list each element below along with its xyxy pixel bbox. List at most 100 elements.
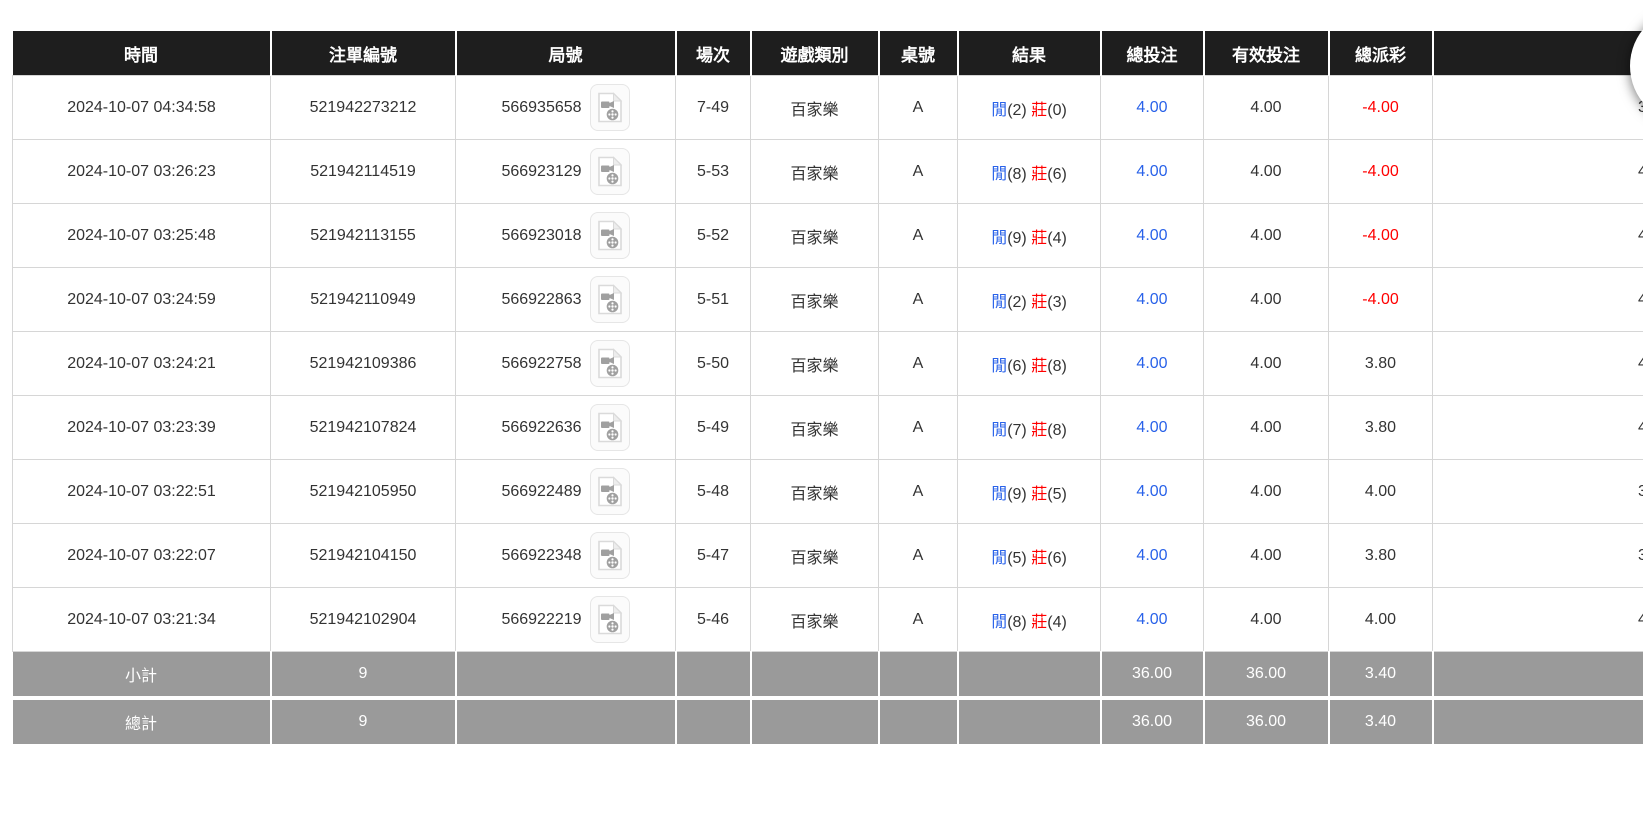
video-replay-button[interactable] bbox=[590, 276, 630, 323]
cell-extra-clipped: 4 bbox=[1433, 204, 1643, 268]
result-banker-label: 莊 bbox=[1031, 358, 1047, 375]
cell-valid-bet: 4.00 bbox=[1204, 588, 1329, 652]
result-player-score: (9) bbox=[1007, 230, 1027, 247]
cell-bet-id: 521942113155 bbox=[271, 204, 456, 268]
cell-table-no: A bbox=[879, 76, 958, 140]
video-replay-button[interactable] bbox=[590, 84, 630, 131]
table-row: 2024-10-07 03:24:59521942110949566922863… bbox=[13, 268, 1643, 332]
subtotal-row-valid-bet: 36.00 bbox=[1204, 652, 1329, 699]
column-header-table_no: 桌號 bbox=[879, 31, 958, 76]
cell-game-type: 百家樂 bbox=[751, 140, 879, 204]
cell-total-bet: 4.00 bbox=[1101, 396, 1204, 460]
column-header-total_bet: 總投注 bbox=[1101, 31, 1204, 76]
cell-result: 閒(5) 莊(6) bbox=[958, 524, 1101, 588]
video-file-icon bbox=[597, 476, 623, 507]
bet-history-table: 時間注單編號局號場次遊戲類別桌號結果總投注有效投注總派彩 2024-10-07 … bbox=[12, 31, 1643, 744]
cell-round-no: 566922863 bbox=[456, 268, 676, 332]
cell-total-bet: 4.00 bbox=[1101, 524, 1204, 588]
cell-result: 閒(7) 莊(8) bbox=[958, 396, 1101, 460]
cell-total-bet: 4.00 bbox=[1101, 140, 1204, 204]
cell-bet-id: 521942102904 bbox=[271, 588, 456, 652]
cell-total-bet: 4.00 bbox=[1101, 76, 1204, 140]
round-number: 566923129 bbox=[501, 163, 581, 181]
result-player-label: 閒 bbox=[991, 358, 1007, 375]
video-replay-button[interactable] bbox=[590, 148, 630, 195]
cell-time: 2024-10-07 03:25:48 bbox=[13, 204, 271, 268]
table-row: 2024-10-07 03:21:34521942102904566922219… bbox=[13, 588, 1643, 652]
grand-total-row-label: 總計 bbox=[13, 698, 271, 744]
cell-extra-clipped: 4 bbox=[1433, 268, 1643, 332]
cell-extra-clipped: 4 bbox=[1433, 140, 1643, 204]
result-banker-label: 莊 bbox=[1031, 422, 1047, 439]
video-file-icon bbox=[597, 92, 623, 123]
cell-payout: 4.00 bbox=[1329, 460, 1433, 524]
video-file-icon bbox=[597, 540, 623, 571]
cell-bet-id: 521942114519 bbox=[271, 140, 456, 204]
cell-time: 2024-10-07 04:34:58 bbox=[13, 76, 271, 140]
cell-payout: -4.00 bbox=[1329, 140, 1433, 204]
result-player-score: (6) bbox=[1007, 358, 1027, 375]
video-file-icon bbox=[597, 604, 623, 635]
cell-table-no: A bbox=[879, 332, 958, 396]
video-replay-button[interactable] bbox=[590, 468, 630, 515]
round-number: 566935658 bbox=[501, 99, 581, 117]
result-player-label: 閒 bbox=[991, 230, 1007, 247]
cell-time: 2024-10-07 03:26:23 bbox=[13, 140, 271, 204]
cell-table-no: A bbox=[879, 588, 958, 652]
result-player-label: 閒 bbox=[991, 486, 1007, 503]
cell-payout: 3.80 bbox=[1329, 396, 1433, 460]
round-number: 566922863 bbox=[501, 291, 581, 309]
empty-cell bbox=[676, 652, 751, 699]
round-number: 566922489 bbox=[501, 483, 581, 501]
round-number: 566922636 bbox=[501, 419, 581, 437]
video-replay-button[interactable] bbox=[590, 532, 630, 579]
cell-result: 閒(2) 莊(0) bbox=[958, 76, 1101, 140]
column-header-payout: 總派彩 bbox=[1329, 31, 1433, 76]
grand-total-row-total-bet: 36.00 bbox=[1101, 698, 1204, 744]
cell-valid-bet: 4.00 bbox=[1204, 332, 1329, 396]
table-row: 2024-10-07 03:23:39521942107824566922636… bbox=[13, 396, 1643, 460]
cell-round-no: 566922758 bbox=[456, 332, 676, 396]
cell-game-type: 百家樂 bbox=[751, 76, 879, 140]
cell-table-no: A bbox=[879, 204, 958, 268]
result-banker-label: 莊 bbox=[1031, 294, 1047, 311]
cell-result: 閒(9) 莊(5) bbox=[958, 460, 1101, 524]
video-replay-button[interactable] bbox=[590, 596, 630, 643]
result-banker-score: (6) bbox=[1047, 166, 1067, 183]
cell-extra-clipped: 4 bbox=[1433, 332, 1643, 396]
cell-valid-bet: 4.00 bbox=[1204, 268, 1329, 332]
video-replay-button[interactable] bbox=[590, 404, 630, 451]
column-header-time: 時間 bbox=[13, 31, 271, 76]
cell-valid-bet: 4.00 bbox=[1204, 524, 1329, 588]
cell-valid-bet: 4.00 bbox=[1204, 140, 1329, 204]
cell-result: 閒(9) 莊(4) bbox=[958, 204, 1101, 268]
column-header-result: 結果 bbox=[958, 31, 1101, 76]
cell-bet-id: 521942107824 bbox=[271, 396, 456, 460]
empty-cell bbox=[1433, 698, 1643, 744]
cell-table-no: A bbox=[879, 268, 958, 332]
cell-time: 2024-10-07 03:24:21 bbox=[13, 332, 271, 396]
cell-game-type: 百家樂 bbox=[751, 332, 879, 396]
grand-total-row-count: 9 bbox=[271, 698, 456, 744]
cell-game-type: 百家樂 bbox=[751, 396, 879, 460]
cell-game-type: 百家樂 bbox=[751, 524, 879, 588]
cell-extra-clipped: 4 bbox=[1433, 588, 1643, 652]
result-banker-label: 莊 bbox=[1031, 486, 1047, 503]
result-banker-label: 莊 bbox=[1031, 102, 1047, 119]
cell-game-type: 百家樂 bbox=[751, 460, 879, 524]
result-banker-score: (8) bbox=[1047, 422, 1067, 439]
video-replay-button[interactable] bbox=[590, 212, 630, 259]
round-number: 566923018 bbox=[501, 227, 581, 245]
grand-total-row-payout: 3.40 bbox=[1329, 698, 1433, 744]
cell-result: 閒(8) 莊(4) bbox=[958, 588, 1101, 652]
cell-session: 5-50 bbox=[676, 332, 751, 396]
cell-result: 閒(6) 莊(8) bbox=[958, 332, 1101, 396]
result-player-score: (2) bbox=[1007, 294, 1027, 311]
empty-cell bbox=[751, 698, 879, 744]
video-replay-button[interactable] bbox=[590, 340, 630, 387]
cell-bet-id: 521942110949 bbox=[271, 268, 456, 332]
result-banker-score: (5) bbox=[1047, 486, 1067, 503]
cell-extra-clipped: 3 bbox=[1433, 524, 1643, 588]
cell-table-no: A bbox=[879, 524, 958, 588]
cell-valid-bet: 4.00 bbox=[1204, 460, 1329, 524]
